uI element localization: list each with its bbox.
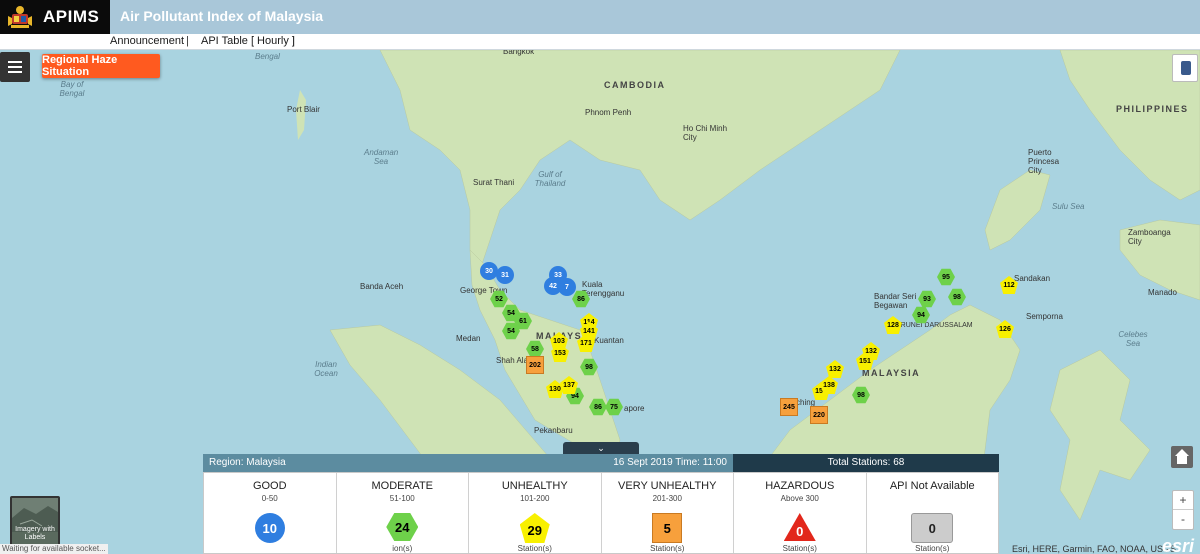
place-semporna: Semporna	[1026, 312, 1063, 321]
regional-haze-button[interactable]: Regional Haze Situation	[42, 54, 160, 78]
malaysia-crest-icon	[8, 6, 32, 28]
total-stations-label: Total Stations: 68	[733, 454, 999, 472]
station-marker-very-unhealthy[interactable]: 202	[526, 356, 544, 374]
category-name: HAZARDOUS	[765, 480, 835, 492]
station-marker-very-unhealthy[interactable]: 220	[810, 406, 828, 424]
hamburger-icon-bar	[8, 61, 22, 63]
category-range: Above 300	[780, 494, 819, 503]
category-name: MODERATE	[371, 480, 434, 492]
zoom-control: + -	[1172, 490, 1194, 530]
country-cambodia: CAMBODIA	[604, 80, 666, 90]
date-time-label: 16 Sept 2019 Time: 11:00	[613, 457, 727, 468]
region-label: Region: Malaysia	[209, 457, 286, 468]
category-foot: Station(s)	[517, 544, 552, 553]
place-medan: Medan	[456, 334, 481, 343]
place-pekanbaru: Pekanbaru	[534, 426, 573, 435]
top-bar: APIMS Air Pollutant Index of Malaysia	[0, 0, 1200, 34]
zoom-in-button[interactable]: +	[1173, 491, 1193, 510]
category-foot: ion(s)	[392, 544, 413, 553]
station-marker-good[interactable]: 31	[496, 266, 514, 284]
place-kuantan: Kuantan	[594, 336, 624, 345]
sea-andaman: Andaman Sea	[364, 148, 399, 166]
not-available-count-badge: 0	[911, 513, 954, 543]
nav-separator: |	[292, 35, 295, 47]
panel-header: Region: Malaysia 16 Sept 2019 Time: 11:0…	[203, 454, 999, 472]
home-icon	[1175, 449, 1189, 456]
nav-separator: |	[186, 35, 189, 47]
category-name: VERY UNHEALTHY	[618, 480, 717, 492]
category-foot: Station(s)	[915, 544, 950, 553]
category-very-unhealthy[interactable]: VERY UNHEALTHY 201-300 5 Station(s)	[602, 473, 734, 553]
place-zamboanga: Zamboanga City	[1128, 228, 1171, 246]
place-surat-thani: Surat Thani	[473, 178, 515, 187]
category-range: 0-50	[261, 494, 278, 503]
category-unhealthy[interactable]: UNHEALTHY 101-200 29 Station(s)	[469, 473, 602, 553]
station-marker-good[interactable]: 7	[558, 278, 576, 296]
station-marker-good[interactable]: 30	[480, 262, 498, 280]
place-puerto-princesa: Puerto Princesa City	[1028, 148, 1060, 175]
hazardous-count-badge: 0	[783, 513, 816, 541]
category-not-available[interactable]: API Not Available 0 Station(s)	[867, 473, 999, 553]
panel-header-info: Region: Malaysia 16 Sept 2019 Time: 11:0…	[203, 454, 733, 472]
place-phnom-penh: Phnom Penh	[585, 108, 632, 117]
place-port-blair: Port Blair	[287, 105, 320, 114]
good-count-badge: 10	[254, 513, 285, 543]
country-philippines: PHILIPPINES	[1116, 104, 1189, 114]
info-icon	[1181, 61, 1191, 75]
site-title: Air Pollutant Index of Malaysia	[120, 8, 324, 24]
sea-indian-ocean: Indian Ocean	[314, 360, 338, 378]
basemap-label: Imagery with Labels	[15, 526, 55, 541]
status-text: Waiting for available socket...	[0, 544, 108, 554]
esri-logo: esri	[1162, 536, 1195, 554]
logo-box: APIMS	[0, 0, 110, 34]
hamburger-icon-bar	[8, 66, 22, 68]
basemap-toggle[interactable]: Imagery with Labels	[10, 496, 60, 546]
nav-announcement[interactable]: Announcement	[110, 34, 184, 49]
category-foot: Station(s)	[782, 544, 817, 553]
panel-collapse-tab[interactable]: ⌄	[563, 442, 639, 454]
map-attribution: Esri, HERE, Garmin, FAO, NOAA, USGS	[1012, 544, 1177, 554]
category-range: 51-100	[389, 494, 415, 503]
category-moderate[interactable]: MODERATE 51-100 24 ion(s)	[337, 473, 469, 553]
sea-gulf-of-thailand: Gulf of Thailand	[534, 170, 566, 188]
category-name: UNHEALTHY	[501, 480, 568, 492]
place-brunei: BRUNEI DARUSSALAM	[896, 322, 973, 329]
moderate-count-badge: 24	[386, 513, 419, 541]
info-button[interactable]	[1172, 54, 1198, 82]
home-button[interactable]	[1171, 446, 1193, 468]
place-sandakan: Sandakan	[1014, 274, 1051, 283]
category-hazardous[interactable]: HAZARDOUS Above 300 0 Station(s)	[734, 473, 867, 553]
sea-celebes: Celebes Sea	[1118, 330, 1148, 348]
zoom-out-button[interactable]: -	[1173, 510, 1193, 529]
very-unhealthy-count-badge: 5	[652, 513, 683, 543]
home-icon-base	[1177, 456, 1187, 464]
nav-api-table[interactable]: API Table [ Hourly ]	[201, 34, 295, 49]
category-name: GOOD	[252, 480, 287, 492]
place-manado: Manado	[1148, 288, 1177, 297]
place-ho-chi-minh: Ho Chi Minh City	[683, 124, 728, 142]
menu-button[interactable]	[0, 52, 30, 82]
unhealthy-count-badge: 29	[519, 513, 550, 543]
category-range: 101-200	[520, 494, 550, 503]
place-banda-aceh: Banda Aceh	[360, 282, 404, 291]
place-kuala-terengganu: Kuala Terengganu	[582, 280, 625, 298]
category-summary: GOOD 0-50 10 MODERATE 51-100 24 ion(s) U…	[203, 472, 999, 554]
place-bandar-seri-begawan: Bandar Seri Begawan	[874, 292, 917, 310]
sea-bengal-top: Bengal	[255, 52, 280, 61]
station-marker-very-unhealthy[interactable]: 245	[780, 398, 798, 416]
hamburger-icon-bar	[8, 71, 22, 73]
category-foot: Station(s)	[650, 544, 685, 553]
brand-name: APIMS	[43, 7, 100, 26]
sub-nav: Announcement | API Table [ Hourly ] |	[0, 34, 1200, 50]
category-good[interactable]: GOOD 0-50 10	[204, 473, 337, 553]
sea-sulu: Sulu Sea	[1052, 202, 1085, 211]
sea-bay-of-bengal: Bay of Bengal	[59, 80, 85, 98]
category-range: 201-300	[652, 494, 682, 503]
category-name: API Not Available	[889, 480, 975, 492]
place-singapore: apore	[624, 404, 645, 413]
